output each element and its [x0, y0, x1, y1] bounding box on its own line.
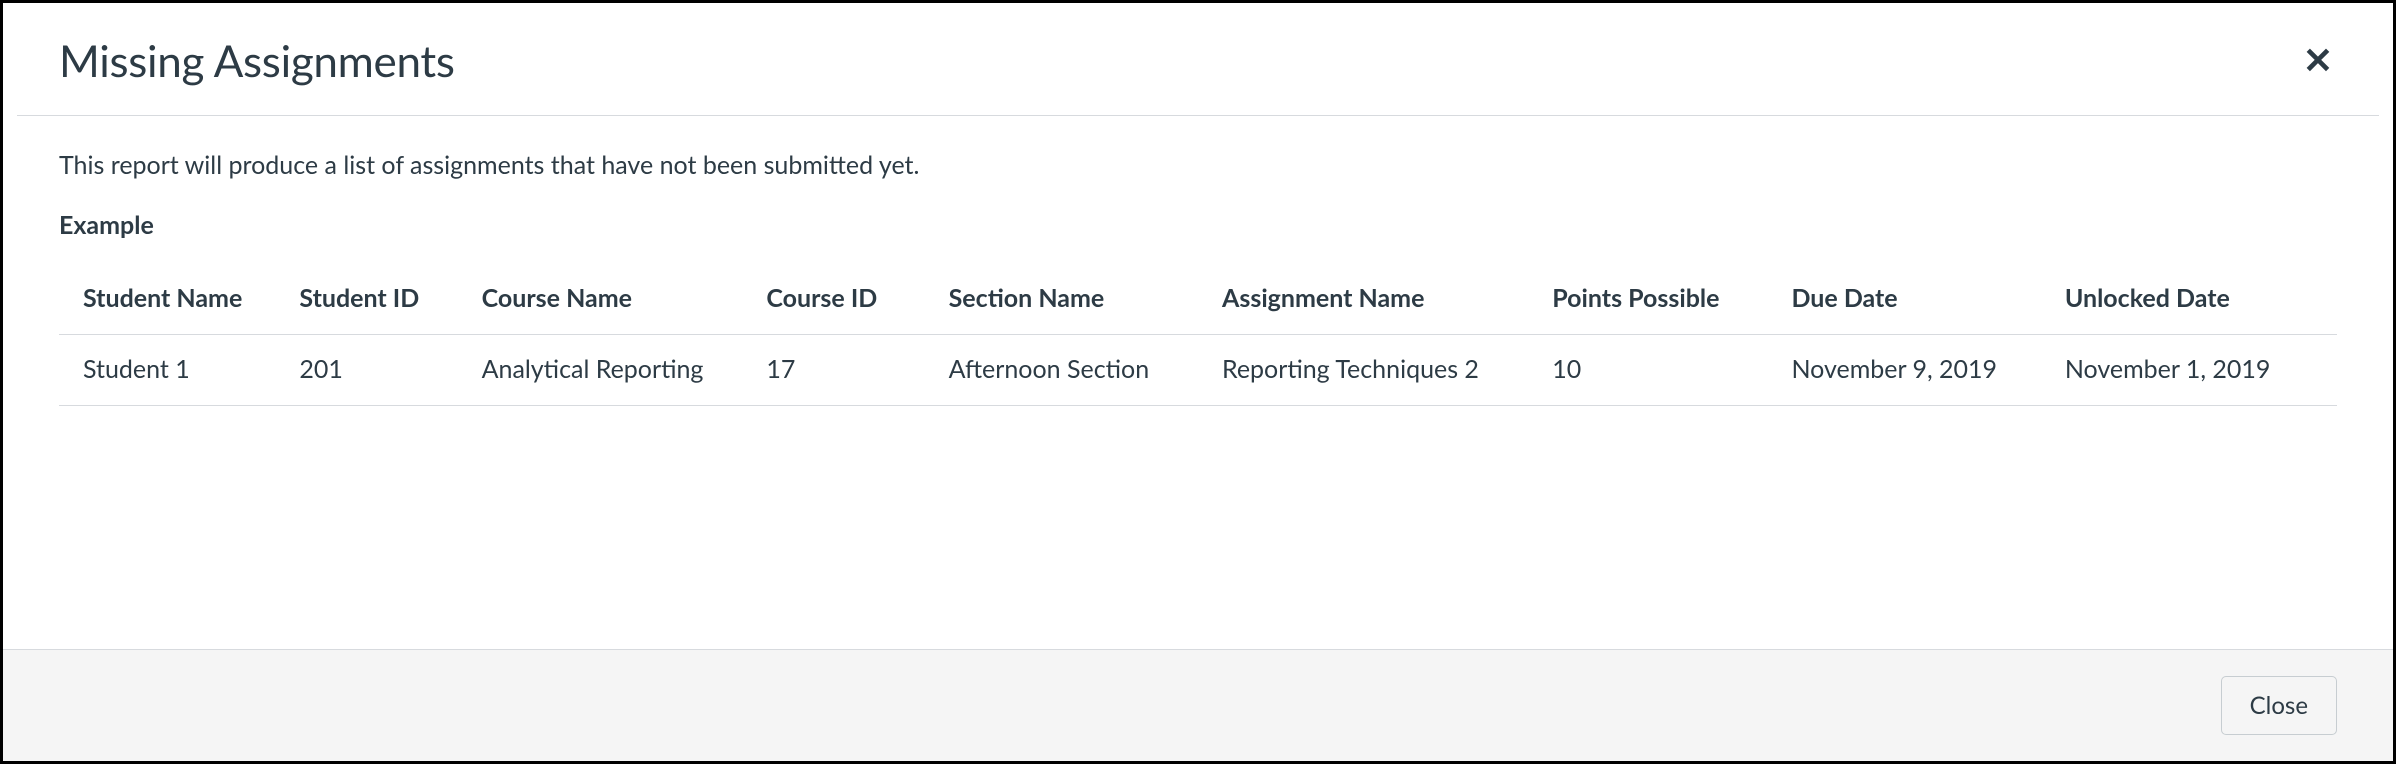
- col-course-id: Course ID: [742, 264, 924, 334]
- dialog-title: Missing Assignments: [59, 35, 2337, 87]
- close-icon[interactable]: ✕: [2303, 43, 2333, 79]
- table-header: Student Name Student ID Course Name Cour…: [59, 264, 2337, 334]
- dialog-header: Missing Assignments ✕: [3, 3, 2393, 115]
- cell-due-date: November 9, 2019: [1767, 334, 2040, 405]
- dialog-footer: Close: [3, 649, 2393, 761]
- col-student-id: Student ID: [275, 264, 457, 334]
- col-points-possible: Points Possible: [1528, 264, 1767, 334]
- close-button[interactable]: Close: [2221, 676, 2337, 735]
- cell-points-possible: 10: [1528, 334, 1767, 405]
- missing-assignments-dialog: Missing Assignments ✕ This report will p…: [0, 0, 2396, 764]
- cell-course-id: 17: [742, 334, 924, 405]
- dialog-body: This report will produce a list of assig…: [3, 116, 2393, 649]
- table-header-row: Student Name Student ID Course Name Cour…: [59, 264, 2337, 334]
- col-unlocked-date: Unlocked Date: [2041, 264, 2337, 334]
- col-assignment-name: Assignment Name: [1198, 264, 1528, 334]
- table-body: Student 1 201 Analytical Reporting 17 Af…: [59, 334, 2337, 405]
- table-row: Student 1 201 Analytical Reporting 17 Af…: [59, 334, 2337, 405]
- cell-student-name: Student 1: [59, 334, 275, 405]
- cell-course-name: Analytical Reporting: [458, 334, 743, 405]
- cell-student-id: 201: [275, 334, 457, 405]
- cell-section-name: Afternoon Section: [925, 334, 1198, 405]
- col-due-date: Due Date: [1767, 264, 2040, 334]
- cell-unlocked-date: November 1, 2019: [2041, 334, 2337, 405]
- col-course-name: Course Name: [458, 264, 743, 334]
- cell-assignment-name: Reporting Techniques 2: [1198, 334, 1528, 405]
- col-section-name: Section Name: [925, 264, 1198, 334]
- report-description: This report will produce a list of assig…: [59, 150, 2337, 180]
- example-label: Example: [59, 210, 2337, 240]
- example-table: Student Name Student ID Course Name Cour…: [59, 264, 2337, 406]
- col-student-name: Student Name: [59, 264, 275, 334]
